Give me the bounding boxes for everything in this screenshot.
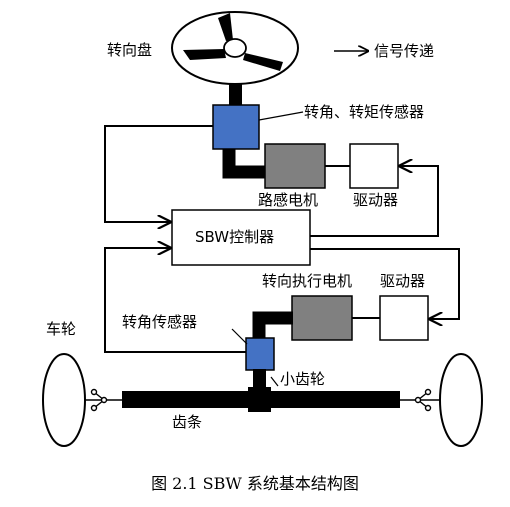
sbw-diagram	[0, 0, 510, 503]
wheel-right	[439, 353, 483, 447]
tie-rod-right	[400, 388, 440, 412]
label-angle-sensor: 转角传感器	[122, 313, 198, 331]
sensor-leader-line	[258, 111, 304, 121]
steer-motor	[291, 295, 353, 341]
label-angle-torque-sensor: 转角、转矩传感器	[304, 103, 425, 121]
label-signal-legend: 信号传递	[374, 42, 435, 60]
angle-sensor	[245, 337, 275, 371]
label-driver-top: 驱动器	[353, 191, 399, 209]
figure-caption: 图 2.1 SBW 系统基本结构图	[151, 474, 359, 493]
angle-torque-sensor	[212, 104, 260, 150]
label-steering-wheel: 转向盘	[107, 41, 153, 59]
rack	[122, 391, 400, 408]
label-rack: 齿条	[172, 413, 203, 431]
driver-box-top	[349, 143, 399, 189]
angle-sensor-leader	[231, 328, 248, 345]
label-pinion: 小齿轮	[280, 370, 326, 388]
steering-column	[229, 84, 242, 106]
signal-sensor-to-controller	[104, 125, 213, 222]
road-feel-shaft	[222, 149, 266, 179]
pinion-leader	[270, 376, 279, 387]
steering-wheel	[171, 11, 299, 85]
wheel-left	[42, 353, 86, 447]
label-road-feel-motor: 路感电机	[258, 191, 319, 209]
label-controller: SBW控制器	[195, 228, 275, 246]
steer-motor-shaft	[252, 311, 293, 338]
label-wheel: 车轮	[46, 320, 77, 338]
label-driver-bottom: 驱动器	[380, 272, 426, 290]
driver-box-bottom	[379, 295, 429, 341]
road-feel-motor	[264, 143, 326, 189]
label-steer-motor: 转向执行电机	[262, 272, 353, 290]
